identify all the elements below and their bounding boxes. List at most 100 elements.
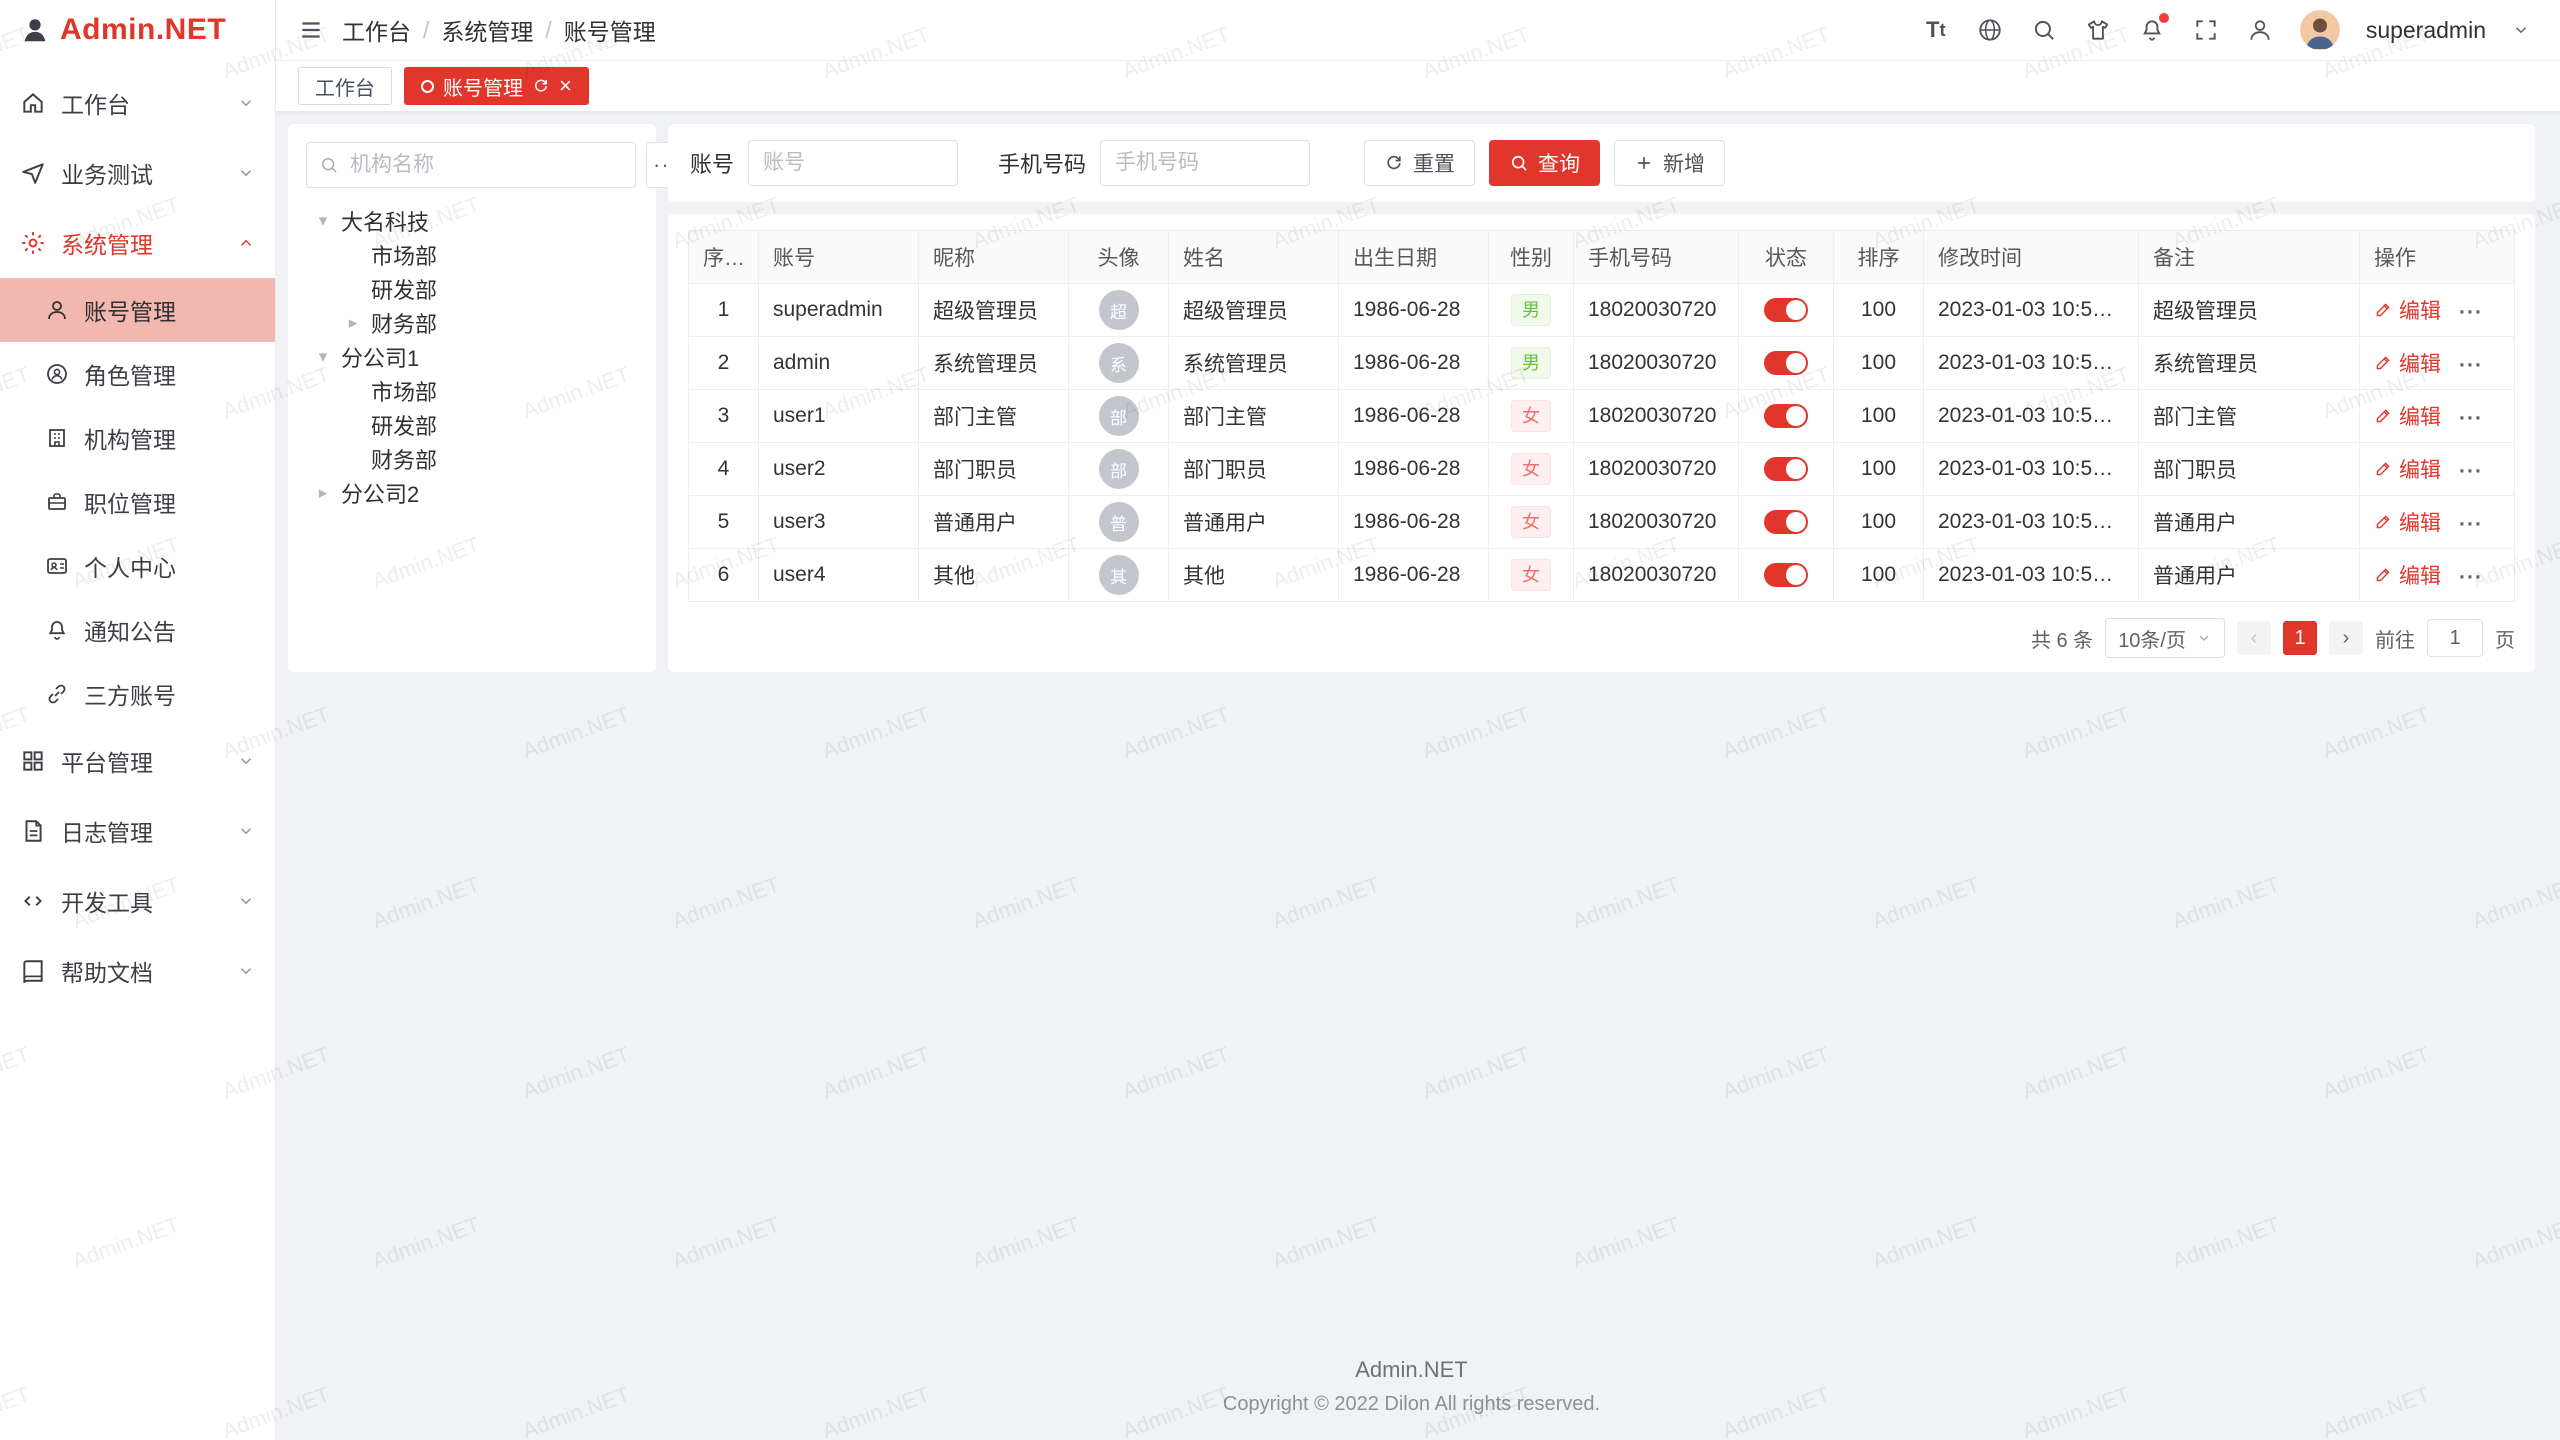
column-header-9: 状态 xyxy=(1739,231,1834,284)
app-logo[interactable]: Admin.NET xyxy=(0,0,275,60)
cell-phone: 18020030720 xyxy=(1574,443,1739,496)
edit-button[interactable]: 编辑 xyxy=(2374,401,2441,431)
tree-node[interactable]: ▾大名科技 xyxy=(306,204,638,238)
edit-button[interactable]: 编辑 xyxy=(2374,348,2441,378)
edit-button[interactable]: 编辑 xyxy=(2374,295,2441,325)
search-icon xyxy=(1509,153,1529,173)
chevron-down-icon xyxy=(237,892,255,910)
tree-node[interactable]: ▾分公司1 xyxy=(306,340,638,374)
font-size-icon[interactable]: Tt xyxy=(1922,16,1950,44)
next-page-button[interactable]: › xyxy=(2329,621,2363,655)
row-avatar: 其 xyxy=(1099,555,1139,595)
notification-bell-icon[interactable] xyxy=(2138,16,2166,44)
status-switch[interactable] xyxy=(1764,563,1808,587)
sidebar-item-position-management[interactable]: 职位管理 xyxy=(0,470,275,534)
status-switch[interactable] xyxy=(1764,510,1808,534)
refresh-icon[interactable] xyxy=(532,77,550,95)
sidebar-item-help-docs[interactable]: 帮助文档 xyxy=(0,936,275,1006)
close-icon[interactable]: × xyxy=(559,75,572,97)
cell-remark: 普通用户 xyxy=(2139,496,2360,549)
caret-closed-icon[interactable]: ▸ xyxy=(312,483,334,503)
sidebar-item-business-test[interactable]: 业务测试 xyxy=(0,138,275,208)
cell-name: 其他 xyxy=(1169,549,1339,602)
cell-nickname: 普通用户 xyxy=(919,496,1069,549)
tree-node[interactable]: 市场部 xyxy=(306,238,638,272)
status-switch[interactable] xyxy=(1764,457,1808,481)
cell-phone: 18020030720 xyxy=(1574,390,1739,443)
edit-icon xyxy=(2374,512,2393,531)
add-button[interactable]: 新增 xyxy=(1614,140,1725,186)
edit-button[interactable]: 编辑 xyxy=(2374,507,2441,537)
sidebar-item-personal-center[interactable]: 个人中心 xyxy=(0,534,275,598)
row-more-button[interactable]: ··· xyxy=(2459,407,2483,430)
tree-node[interactable]: ▸分公司2 xyxy=(306,476,638,510)
tree-node[interactable]: 市场部 xyxy=(306,374,638,408)
chevron-down-icon xyxy=(237,164,255,182)
cell-phone: 18020030720 xyxy=(1574,337,1739,390)
tree-node-label: 研发部 xyxy=(371,273,437,305)
tree-node[interactable]: ▸财务部 xyxy=(306,306,638,340)
status-switch[interactable] xyxy=(1764,404,1808,428)
status-switch[interactable] xyxy=(1764,298,1808,322)
edit-button[interactable]: 编辑 xyxy=(2374,560,2441,590)
tab-workbench[interactable]: 工作台 xyxy=(298,67,392,105)
sidebar-item-notice[interactable]: 通知公告 xyxy=(0,598,275,662)
phone-input[interactable] xyxy=(1100,140,1310,186)
briefcase-icon xyxy=(45,490,69,514)
fullscreen-icon[interactable] xyxy=(2192,16,2220,44)
tree-node[interactable]: 研发部 xyxy=(306,408,638,442)
sidebar-item-account-management[interactable]: 账号管理 xyxy=(0,278,275,342)
user-avatar[interactable] xyxy=(2300,10,2340,50)
row-more-button[interactable]: ··· xyxy=(2459,566,2483,589)
chevron-down-icon[interactable] xyxy=(2512,21,2530,39)
sidebar-item-log-management[interactable]: 日志管理 xyxy=(0,796,275,866)
cell-account: user4 xyxy=(759,549,919,602)
goto-page-input[interactable] xyxy=(2427,619,2483,657)
row-more-button[interactable]: ··· xyxy=(2459,460,2483,483)
status-switch[interactable] xyxy=(1764,351,1808,375)
plus-icon xyxy=(1634,153,1654,173)
tree-node[interactable]: 财务部 xyxy=(306,442,638,476)
row-more-button[interactable]: ··· xyxy=(2459,513,2483,536)
breadcrumb-item-workbench[interactable]: 工作台 xyxy=(342,13,411,47)
sidebar-item-platform-management[interactable]: 平台管理 xyxy=(0,726,275,796)
account-input[interactable] xyxy=(748,140,958,186)
cell-nickname: 部门职员 xyxy=(919,443,1069,496)
sidebar-item-system-management[interactable]: 系统管理 xyxy=(0,208,275,278)
edit-button[interactable]: 编辑 xyxy=(2374,454,2441,484)
row-more-button[interactable]: ··· xyxy=(2459,354,2483,377)
gender-tag: 女 xyxy=(1511,400,1551,432)
org-search-input[interactable] xyxy=(348,152,623,178)
org-tree: ▾大名科技市场部研发部▸财务部▾分公司1市场部研发部财务部▸分公司2 xyxy=(306,204,638,510)
table-row: 3user1部门主管部部门主管1986-06-28女18020030720100… xyxy=(689,390,2515,443)
breadcrumb-separator: / xyxy=(423,17,429,44)
tree-node[interactable]: 研发部 xyxy=(306,272,638,306)
sidebar-item-third-party-account[interactable]: 三方账号 xyxy=(0,662,275,726)
sidebar-item-org-management[interactable]: 机构管理 xyxy=(0,406,275,470)
cell-status xyxy=(1739,549,1834,602)
page-size-select[interactable]: 10条/页 xyxy=(2105,618,2225,658)
theme-icon[interactable] xyxy=(2084,16,2112,44)
search-icon[interactable] xyxy=(2030,16,2058,44)
row-more-button[interactable]: ··· xyxy=(2459,301,2483,324)
building-icon xyxy=(45,426,69,450)
breadcrumb-item-system[interactable]: 系统管理 xyxy=(441,13,533,47)
caret-closed-icon[interactable]: ▸ xyxy=(342,313,364,333)
reset-button[interactable]: 重置 xyxy=(1364,140,1475,186)
link-icon xyxy=(45,682,69,706)
sidebar-item-workbench[interactable]: 工作台 xyxy=(0,68,275,138)
prev-page-button[interactable]: ‹ xyxy=(2237,621,2271,655)
tab-account-management[interactable]: 账号管理 × xyxy=(404,67,589,105)
chevron-down-icon xyxy=(237,962,255,980)
menu-collapse-button[interactable] xyxy=(298,17,324,43)
username[interactable]: superadmin xyxy=(2366,17,2486,44)
user-outline-icon[interactable] xyxy=(2246,16,2274,44)
caret-open-icon[interactable]: ▾ xyxy=(312,347,334,367)
sidebar-item-dev-tools[interactable]: 开发工具 xyxy=(0,866,275,936)
breadcrumb-item-account[interactable]: 账号管理 xyxy=(564,13,656,47)
caret-open-icon[interactable]: ▾ xyxy=(312,211,334,231)
page-1-button[interactable]: 1 xyxy=(2283,621,2317,655)
search-button[interactable]: 查询 xyxy=(1489,140,1600,186)
language-icon[interactable] xyxy=(1976,16,2004,44)
sidebar-item-role-management[interactable]: 角色管理 xyxy=(0,342,275,406)
